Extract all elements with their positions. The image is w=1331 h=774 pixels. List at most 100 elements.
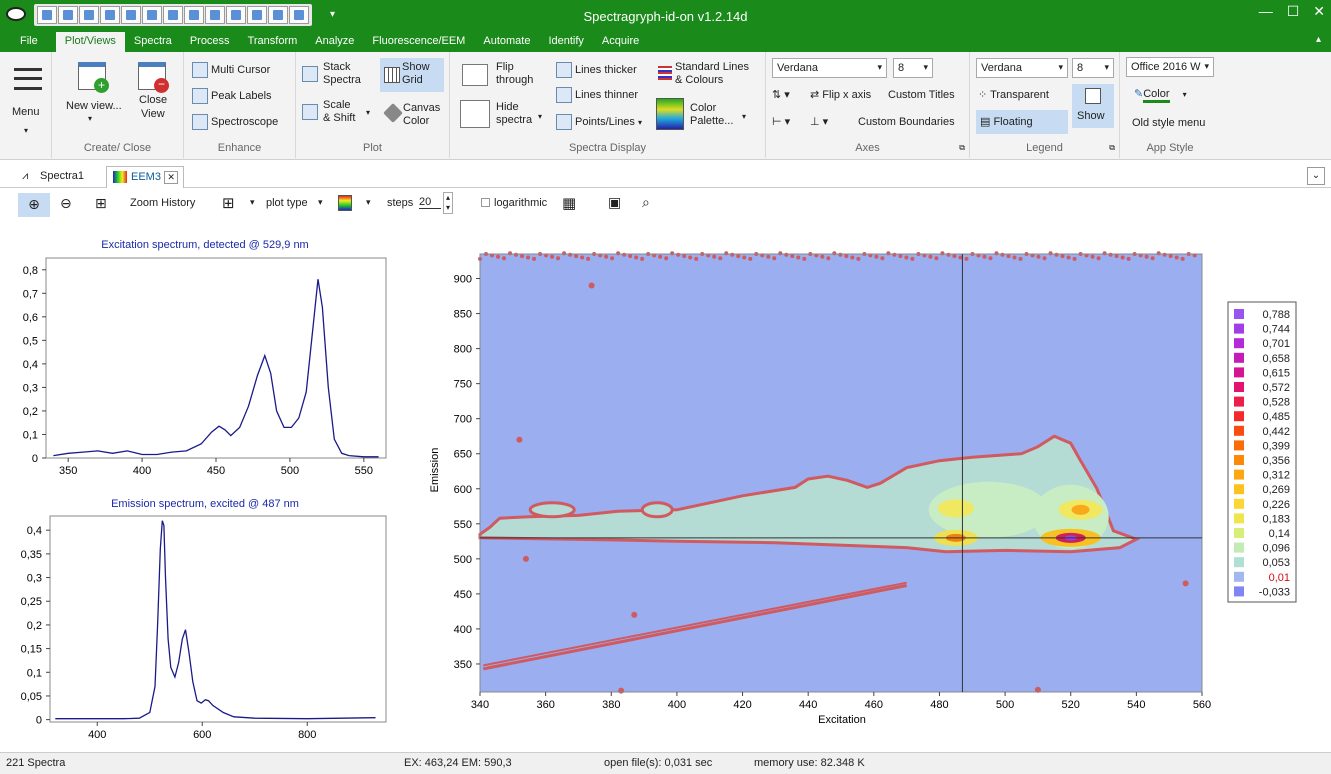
new-view-button[interactable]: New view... xyxy=(66,100,122,113)
axis-ticks-icon[interactable]: ⊥ ▾ xyxy=(810,116,828,129)
excitation-x-tick-label: 400 xyxy=(133,465,151,477)
palette-dropdown-icon[interactable]: ▾ xyxy=(742,110,746,123)
spectroscope-button[interactable]: Spectroscope xyxy=(192,114,278,130)
inspect-icon[interactable]: ⌕ xyxy=(642,194,650,211)
zoom-in-icon[interactable]: ⊕ xyxy=(18,193,50,217)
eem-noise-dot xyxy=(940,251,945,256)
legend-show-button[interactable]: Show xyxy=(1072,84,1114,128)
axes-font-select[interactable]: Verdana xyxy=(772,58,887,78)
plot-type-caret-icon[interactable]: ▾ xyxy=(318,197,323,208)
eem-plot[interactable]: 340 360 380 400 420 440 460 480 500 520 540 560 350 4… xyxy=(454,251,1212,711)
scale-shift-button[interactable]: Scale & Shift xyxy=(323,99,355,125)
steps-label: steps xyxy=(387,197,414,209)
standard-lines-button[interactable]: Standard Lines & Colours xyxy=(675,61,749,87)
excitation-y-tick-label: 0,3 xyxy=(23,382,38,394)
hide-spectra-button[interactable]: Hide spectra xyxy=(496,101,532,127)
menu-button[interactable]: Menu xyxy=(12,106,40,119)
flip-x-button[interactable]: ⇄ Flip x axis xyxy=(810,89,871,102)
eem-y-tick-label: 550 xyxy=(454,519,472,531)
emission-plot-area[interactable] xyxy=(49,515,387,723)
minimize-icon[interactable]: — xyxy=(1259,3,1273,20)
hide-dropdown-icon[interactable]: ▾ xyxy=(538,110,542,123)
tab-eem3[interactable]: EEM3 ✕ xyxy=(106,166,184,188)
eem-noise-dot xyxy=(496,254,501,259)
zoom-fit-icon[interactable]: ⊞ xyxy=(95,195,107,212)
canvas-label-2: Color xyxy=(403,115,430,127)
flip-label-2: through xyxy=(496,74,534,86)
points-lines-button[interactable]: Points/Lines ▾ xyxy=(556,114,642,130)
stack-spectra-button[interactable]: Stack Spectra xyxy=(323,61,361,87)
color-button[interactable]: ✎Color ▾ xyxy=(1134,88,1187,103)
multi-cursor-button[interactable]: Multi Cursor xyxy=(192,62,270,78)
plot-type-dropdown-icon[interactable]: ▾ xyxy=(250,197,255,208)
eem-background[interactable] xyxy=(480,254,1202,692)
steps-spinner-icon[interactable]: ▴ ▾ xyxy=(443,192,454,214)
layout-icon[interactable]: ⊞ xyxy=(222,194,235,212)
menu-plot-views[interactable]: Plot/Views xyxy=(55,32,125,52)
axis-style-icon[interactable]: ⊢ ▾ xyxy=(772,116,790,129)
custom-boundaries-button[interactable]: Custom Boundaries xyxy=(858,116,955,129)
color-scale-dropdown-icon[interactable]: ▾ xyxy=(366,197,371,208)
menu-process[interactable]: Process xyxy=(181,32,239,52)
color-scale-icon[interactable] xyxy=(338,195,352,211)
maximize-icon[interactable]: ☐ xyxy=(1287,3,1300,20)
flip-through-button[interactable]: Flip through xyxy=(496,61,533,87)
menu-spectra[interactable]: Spectra xyxy=(125,32,181,52)
tab-close-icon[interactable]: ✕ xyxy=(164,171,178,184)
logarithmic-checkbox[interactable] xyxy=(481,198,490,207)
eem-legend-swatch xyxy=(1234,455,1244,465)
menu-acquire[interactable]: Acquire xyxy=(593,32,648,52)
excitation-y-tick-label: 0,7 xyxy=(23,288,38,300)
grid-toggle-icon[interactable]: ▦ xyxy=(562,194,576,212)
custom-titles-button[interactable]: Custom Titles xyxy=(888,89,955,102)
menu-analyze[interactable]: Analyze xyxy=(306,32,363,52)
legend-settings-icon[interactable]: ⧉ xyxy=(1109,141,1115,154)
zoom-history-button[interactable]: Zoom History xyxy=(130,197,195,209)
menu-identify[interactable]: Identify xyxy=(539,32,592,52)
close-view-label-1[interactable]: Close xyxy=(139,94,167,107)
eem-noise-dot xyxy=(1090,254,1095,259)
color-palette-button[interactable]: Color Palette... xyxy=(690,102,733,128)
close-view-label-2[interactable]: View xyxy=(141,108,165,121)
scale-dropdown-icon[interactable]: ▾ xyxy=(366,106,370,119)
eem-legend-swatch xyxy=(1234,396,1244,407)
lines-thicker-button[interactable]: Lines thicker xyxy=(556,62,637,78)
app-style-select[interactable]: Office 2016 W xyxy=(1126,57,1214,77)
legend-font-select[interactable]: Verdana xyxy=(976,58,1068,78)
menu-fluorescence[interactable]: Fluorescence/EEM xyxy=(363,32,474,52)
axes-settings-icon[interactable]: ⧉ xyxy=(959,141,965,154)
eem-noise-dot xyxy=(898,254,903,259)
tabs-dropdown-icon[interactable]: ⌄ xyxy=(1307,167,1325,185)
legend-size-select[interactable]: 8 xyxy=(1072,58,1114,78)
eem-noise-dot xyxy=(784,252,789,257)
plot-type-button[interactable]: plot type xyxy=(266,197,308,209)
close-window-icon[interactable]: ✕ xyxy=(1313,3,1325,20)
old-style-menu-button[interactable]: Old style menu xyxy=(1132,117,1205,130)
eem-contour-chart[interactable]: 340 360 380 400 420 440 460 480 500 520 540 560 350 4… xyxy=(400,222,1330,752)
axes-size-select[interactable]: 8 xyxy=(893,58,933,78)
eem-noise-dot xyxy=(958,255,963,260)
menu-dropdown-icon[interactable]: ▾ xyxy=(24,124,28,137)
canvas-color-button[interactable]: Canvas Color xyxy=(403,102,440,128)
lines-thinner-button[interactable]: Lines thinner xyxy=(556,87,638,103)
steps-input[interactable]: 20 xyxy=(419,196,441,209)
menu-automate[interactable]: Automate xyxy=(474,32,539,52)
eem-y-tick-label: 750 xyxy=(454,379,472,391)
menu-file[interactable]: File xyxy=(0,32,56,52)
export-image-icon[interactable]: ▣ xyxy=(608,194,621,211)
show-grid-button[interactable]: Show Grid xyxy=(380,58,444,92)
floating-button[interactable]: ▤ Floating xyxy=(976,110,1068,134)
new-view-dropdown-icon[interactable]: ▾ xyxy=(88,112,92,125)
transparent-button[interactable]: ⁘ Transparent xyxy=(978,89,1049,102)
eem-legend-label: -0,033 xyxy=(1259,586,1290,598)
axis-position-icon[interactable]: ⇅ ▾ xyxy=(772,89,790,102)
hamburger-menu-icon[interactable] xyxy=(14,68,42,90)
tab-spectra1[interactable]: ⩘ Spectra1 xyxy=(16,166,90,188)
menu-transform[interactable]: Transform xyxy=(239,32,307,52)
zoom-out-icon[interactable]: ⊖ xyxy=(60,195,72,212)
peak-labels-button[interactable]: Peak Labels xyxy=(192,88,272,104)
ribbon-collapse-icon[interactable]: ▴ xyxy=(1316,34,1321,45)
eem-noise-dot xyxy=(618,687,625,694)
eem-x-tick-label: 560 xyxy=(1193,699,1211,711)
eem-legend-label: 0,615 xyxy=(1262,367,1290,379)
